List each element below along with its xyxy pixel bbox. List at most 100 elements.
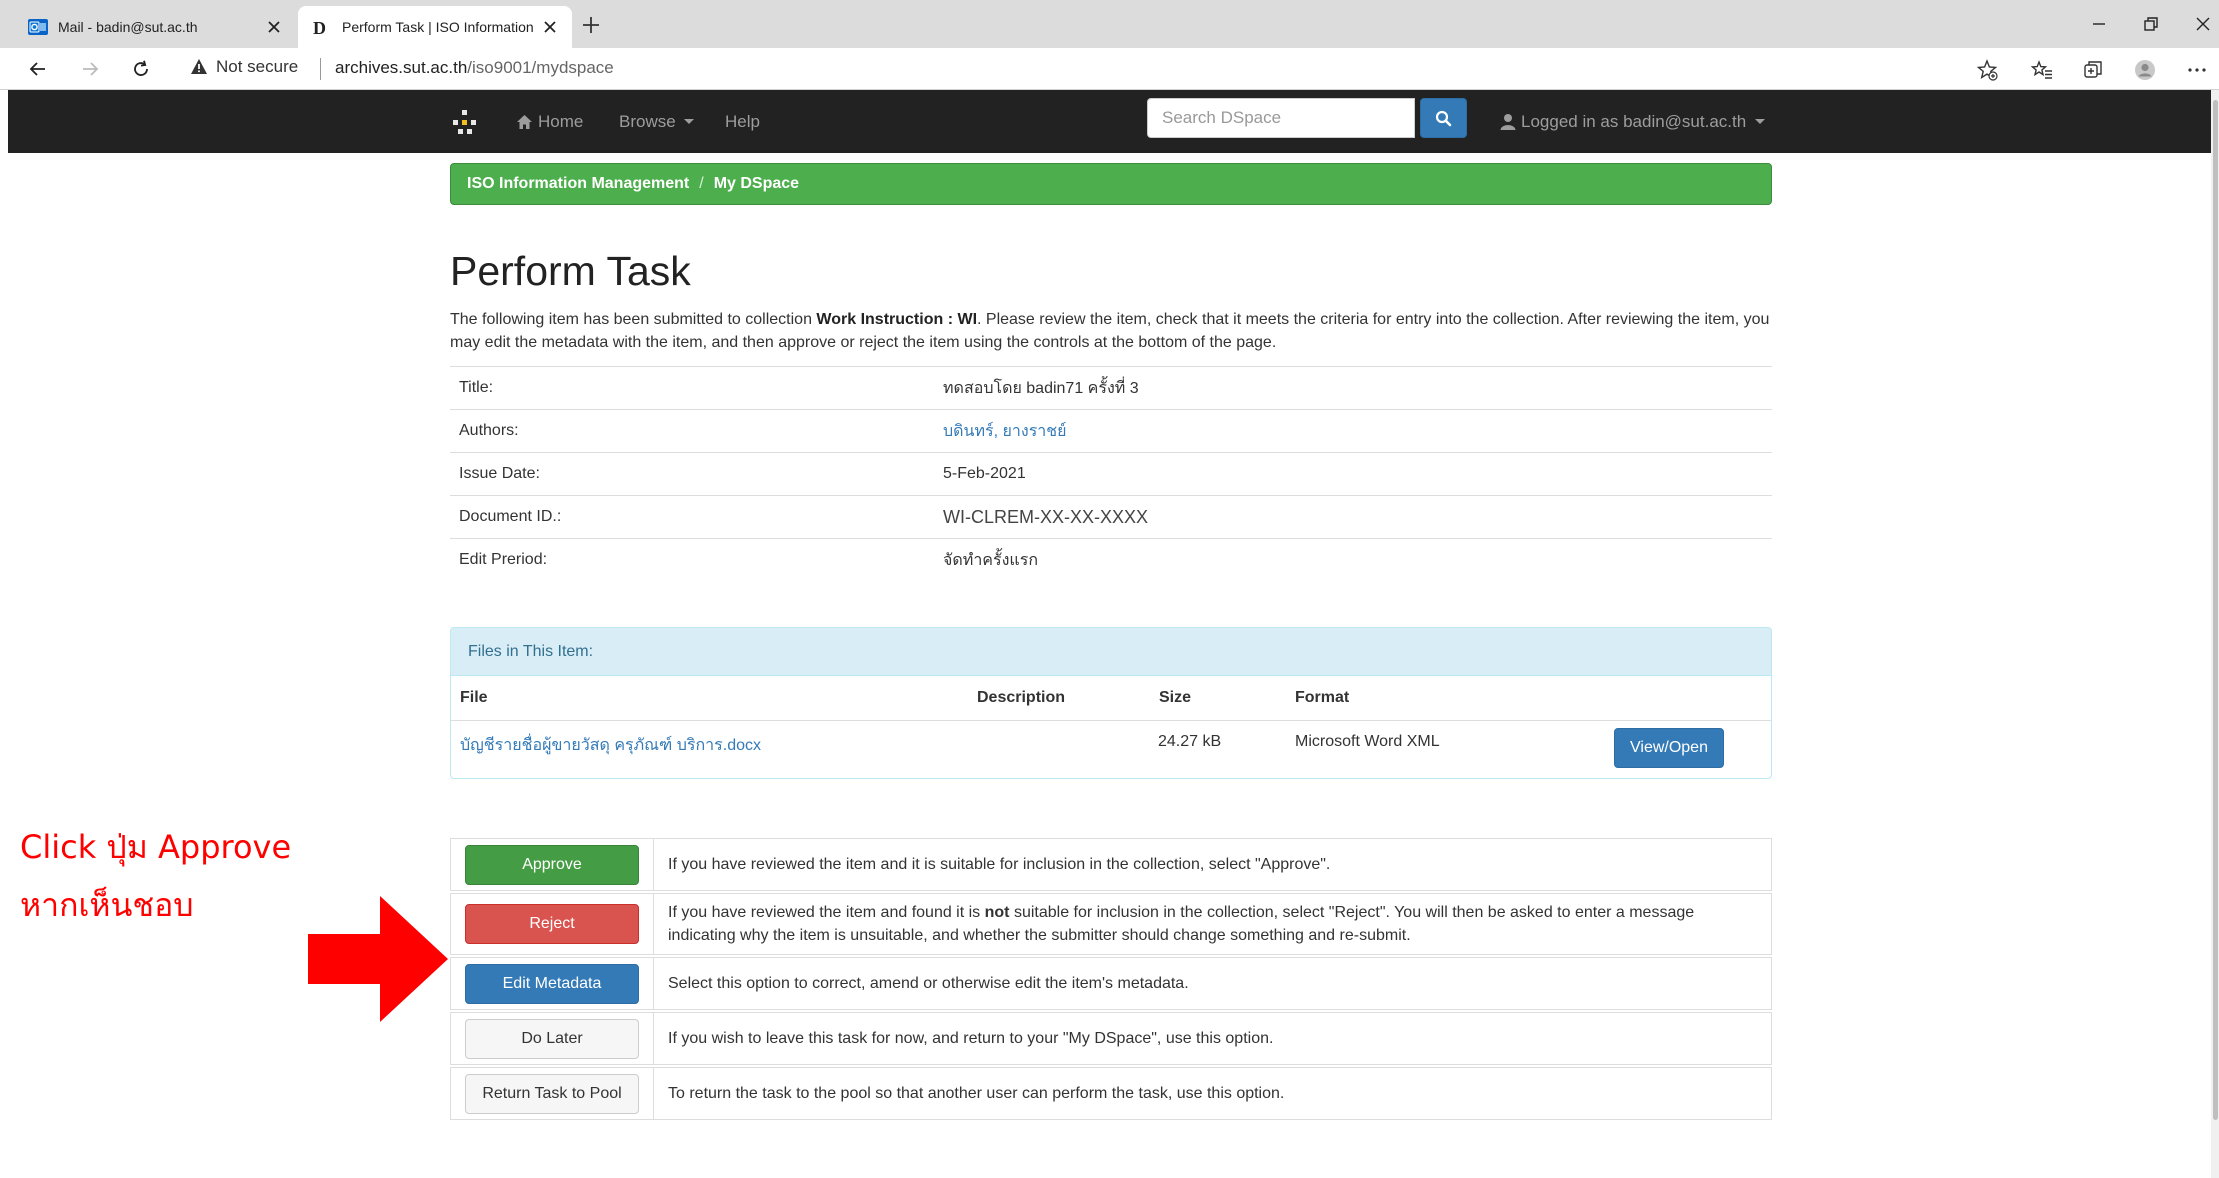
add-favorite-icon[interactable] xyxy=(1976,59,1998,81)
page-viewport: Home Browse Help Logged in as badin@sut.… xyxy=(8,90,2211,1178)
arrow-right-icon xyxy=(308,896,448,1022)
action-description: If you wish to leave this task for now, … xyxy=(668,1030,1274,1047)
restore-icon[interactable] xyxy=(2141,14,2161,34)
url-host: archives.sut.ac.th xyxy=(335,58,468,77)
new-tab-icon[interactable] xyxy=(580,14,602,36)
search-button[interactable] xyxy=(1420,98,1467,138)
scrollbar-thumb[interactable] xyxy=(2213,100,2218,1120)
table-row: Edit Preriod: จัดทำครั้งแรก xyxy=(450,538,1772,582)
do-later-button[interactable]: Do Later xyxy=(465,1018,639,1059)
security-label: Not secure xyxy=(216,57,299,76)
action-row-return-pool: Return Task to Pool To return the task t… xyxy=(450,1067,1772,1120)
close-icon[interactable] xyxy=(542,19,558,35)
dspace-logo-icon[interactable] xyxy=(450,108,480,138)
action-row-reject: Reject If you have reviewed the item and… xyxy=(450,893,1772,955)
table-row: Title: ทดสอบโดย badin71 ครั้งที่ 3 xyxy=(450,366,1772,410)
intro-collection: Work Instruction : WI xyxy=(816,311,978,328)
return-to-pool-button[interactable]: Return Task to Pool xyxy=(465,1073,639,1114)
action-button-cell: Do Later xyxy=(451,1013,654,1064)
metadata-value: WI-CLREM-XX-XX-XXXX xyxy=(943,495,1772,539)
url-divider xyxy=(320,58,321,80)
column-header-description: Description xyxy=(977,689,1066,706)
user-icon xyxy=(1500,114,1516,130)
file-link[interactable]: บัญชีรายชื่อผู้ขายวัสดุ ครุภัณฑ์ บริการ.… xyxy=(460,733,761,758)
table-row: Authors: บดินทร์, ยางราชย์ xyxy=(450,409,1772,453)
intro-text: The following item has been submitted to… xyxy=(450,308,1775,354)
breadcrumb: ISO Information Management / My DSpace xyxy=(450,163,1772,205)
refresh-icon[interactable] xyxy=(131,59,151,79)
metadata-label: Title: xyxy=(450,366,943,410)
outlook-icon xyxy=(28,19,48,35)
home-icon xyxy=(517,114,532,129)
reject-desc-bold: not xyxy=(984,904,1010,921)
annotation-line-2: หากเห็นชอบ xyxy=(20,886,194,924)
reject-button[interactable]: Reject xyxy=(465,904,639,944)
favorites-icon[interactable] xyxy=(2031,59,2053,81)
nav-browse[interactable]: Browse xyxy=(619,90,694,153)
nav-help[interactable]: Help xyxy=(725,90,760,153)
action-row-do-later: Do Later If you wish to leave this task … xyxy=(450,1012,1772,1065)
metadata-value: จัดทำครั้งแรก xyxy=(943,538,1772,582)
profile-avatar-icon[interactable] xyxy=(2134,59,2156,81)
action-description: If you have reviewed the item and found … xyxy=(654,894,1771,954)
user-menu[interactable]: Logged in as badin@sut.ac.th xyxy=(1500,90,1766,153)
url-path: /iso9001/mydspace xyxy=(467,58,614,77)
intro-before: The following item has been submitted to… xyxy=(450,311,817,328)
dspace-icon: D xyxy=(313,18,326,37)
breadcrumb-item-mydspace[interactable]: My DSpace xyxy=(714,175,799,193)
action-button-cell: Reject xyxy=(451,894,654,954)
minimize-icon[interactable] xyxy=(2089,14,2109,34)
author-link[interactable]: บดินทร์, ยางราชย์ xyxy=(943,423,1067,440)
svg-text:D: D xyxy=(313,18,326,37)
approve-button[interactable]: Approve xyxy=(465,844,639,885)
dspace-navbar: Home Browse Help Logged in as badin@sut.… xyxy=(8,90,2211,153)
tab-perform-task-label: Perform Task | ISO Information Managemen… xyxy=(342,19,534,35)
breadcrumb-separator: / xyxy=(699,175,704,192)
window-close-icon[interactable] xyxy=(2193,14,2213,34)
action-description: Select this option to correct, amend or … xyxy=(668,975,1189,992)
column-header-size: Size xyxy=(1159,689,1192,706)
tab-mail[interactable]: Mail - badin@sut.ac.th xyxy=(14,6,296,48)
column-header-file: File xyxy=(460,689,488,706)
browser-tab-strip: Mail - badin@sut.ac.th D Perform Task | … xyxy=(0,0,2219,48)
action-description: To return the task to the pool so that a… xyxy=(668,1085,1285,1102)
nav-help-label: Help xyxy=(725,111,760,131)
edit-metadata-button[interactable]: Edit Metadata xyxy=(465,963,639,1004)
files-panel-title: Files in This Item: xyxy=(451,628,1771,676)
url-field[interactable]: archives.sut.ac.th/iso9001/mydspace xyxy=(335,58,614,78)
metadata-value: 5-Feb-2021 xyxy=(943,452,1772,496)
column-header-format: Format xyxy=(1295,689,1350,706)
view-open-button[interactable]: View/Open xyxy=(1614,728,1724,768)
action-button-cell: Edit Metadata xyxy=(451,958,654,1009)
close-icon[interactable] xyxy=(266,19,282,35)
action-row-edit-metadata: Edit Metadata Select this option to corr… xyxy=(450,957,1772,1010)
search-input[interactable] xyxy=(1147,98,1415,138)
action-button-cell: Approve xyxy=(451,839,654,890)
table-row: Document ID.: WI-CLREM-XX-XX-XXXX xyxy=(450,495,1772,539)
user-menu-label: Logged in as badin@sut.ac.th xyxy=(1521,111,1747,131)
nav-home[interactable]: Home xyxy=(516,90,583,153)
files-table: File Description Size Format บัญชีรายชื่… xyxy=(451,676,1771,778)
tab-perform-task[interactable]: D Perform Task | ISO Information Managem… xyxy=(298,6,572,48)
caret-down-icon xyxy=(1755,119,1766,124)
metadata-value: บดินทร์, ยางราชย์ xyxy=(943,409,1772,453)
back-icon[interactable] xyxy=(28,59,48,79)
files-panel: Files in This Item: File Description Siz… xyxy=(450,627,1772,779)
forward-icon[interactable] xyxy=(80,59,100,79)
caret-down-icon xyxy=(683,119,694,124)
security-indicator[interactable]: Not secure xyxy=(190,57,298,77)
workflow-actions: Approve If you have reviewed the item an… xyxy=(450,838,1772,1122)
breadcrumb-item-iso[interactable]: ISO Information Management xyxy=(467,175,689,193)
metadata-label: Issue Date: xyxy=(450,452,943,496)
annotation-line-1: Click ปุ่ม Approve xyxy=(20,828,292,866)
item-metadata-table: Title: ทดสอบโดย badin71 ครั้งที่ 3 Autho… xyxy=(450,366,1772,582)
collections-icon[interactable] xyxy=(2082,59,2104,81)
nav-home-label: Home xyxy=(538,111,584,131)
file-format: Microsoft Word XML xyxy=(1295,733,1440,750)
metadata-label: Authors: xyxy=(450,409,943,453)
action-row-approve: Approve If you have reviewed the item an… xyxy=(450,838,1772,891)
more-icon[interactable] xyxy=(2186,59,2208,81)
address-bar: Not secure archives.sut.ac.th/iso9001/my… xyxy=(0,48,2219,90)
search-icon xyxy=(1435,110,1452,126)
metadata-label: Document ID.: xyxy=(450,495,943,539)
